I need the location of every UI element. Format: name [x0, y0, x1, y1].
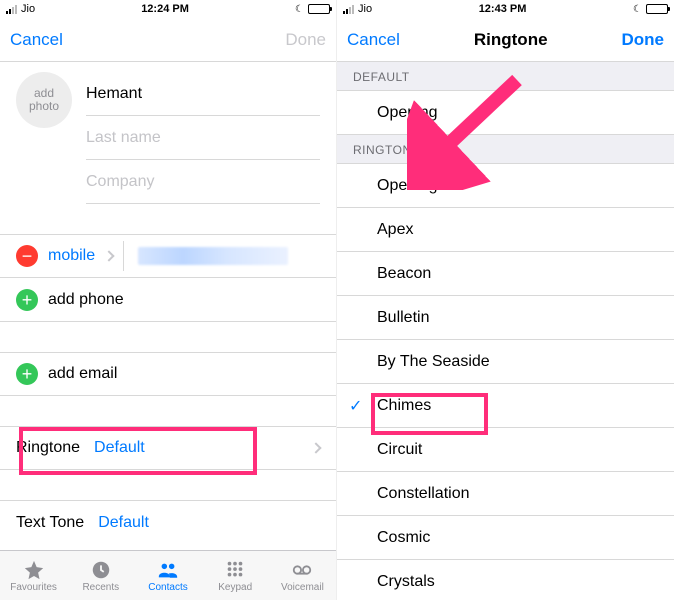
first-name-field[interactable]: Hemant	[86, 72, 320, 116]
phone-number-value[interactable]	[138, 247, 288, 265]
tab-favourites[interactable]: Favourites	[0, 551, 67, 600]
company-field[interactable]: Company	[86, 160, 320, 204]
ringtone-row[interactable]: Crystals	[337, 560, 674, 600]
tab-recents[interactable]: Recents	[67, 551, 134, 600]
clock-icon	[89, 559, 113, 581]
battery-icon	[308, 4, 330, 14]
ringtone-row[interactable]: Opening	[337, 91, 674, 135]
signal-icon	[6, 5, 17, 14]
tab-keypad[interactable]: Keypad	[202, 551, 269, 600]
add-photo-label: add photo	[29, 87, 59, 113]
page-title: Ringtone	[474, 30, 548, 50]
ringtone-row[interactable]: By The Seaside	[337, 340, 674, 384]
ringtone-row[interactable]: Apex	[337, 208, 674, 252]
phone-row[interactable]: − mobile	[0, 234, 336, 278]
phone-label[interactable]: mobile	[48, 247, 95, 265]
carrier-label: Jio	[358, 3, 372, 15]
add-email-row[interactable]: + add email	[0, 352, 336, 396]
ringtone-screen: Jio 12:43 PM ☾ Cancel Ringtone Done DEFA…	[337, 0, 674, 600]
ringtone-name: By The Seaside	[377, 353, 490, 371]
add-phone-label: add phone	[48, 291, 124, 309]
edit-contact-screen: Jio 12:24 PM ☾ Cancel Done add photo Hem…	[0, 0, 337, 600]
star-icon	[22, 559, 46, 581]
ringtone-label: Ringtone	[16, 439, 80, 457]
ringtone-row[interactable]: Cosmic	[337, 516, 674, 560]
texttone-value: Default	[98, 514, 149, 532]
ringtone-name: Beacon	[377, 265, 431, 283]
ringtone-name: Opening	[377, 177, 438, 195]
texttone-label: Text Tone	[16, 514, 84, 532]
voicemail-icon	[290, 559, 314, 581]
status-bar: Jio 12:24 PM ☾	[0, 0, 336, 18]
ringtone-name: Circuit	[377, 441, 422, 459]
contacts-icon	[156, 559, 180, 581]
ringtone-row[interactable]: Bulletin	[337, 296, 674, 340]
ringtone-value: Default	[94, 439, 145, 457]
ringtone-row[interactable]: Beacon	[337, 252, 674, 296]
add-email-icon[interactable]: +	[16, 363, 38, 385]
ringtone-list: DEFAULTOpeningRINGTONESOpeningApexBeacon…	[337, 62, 674, 600]
done-button[interactable]: Done	[621, 30, 664, 50]
tab-contacts[interactable]: Contacts	[134, 551, 201, 600]
ringtone-name: Apex	[377, 221, 413, 239]
ringtone-name: Constellation	[377, 485, 470, 503]
signal-icon	[343, 5, 354, 14]
ringtone-row[interactable]: Ringtone Default	[0, 426, 336, 470]
done-button[interactable]: Done	[285, 30, 326, 50]
ringtone-name: Chimes	[377, 397, 431, 415]
ringtone-row[interactable]: Circuit	[337, 428, 674, 472]
first-name-value: Hemant	[86, 85, 142, 103]
add-email-label: add email	[48, 365, 117, 383]
ringtone-name: Bulletin	[377, 309, 429, 327]
keypad-icon	[223, 559, 247, 581]
ringtone-name: Crystals	[377, 573, 435, 591]
nav-bar: Cancel Ringtone Done	[337, 18, 674, 62]
add-phone-row[interactable]: + add phone	[0, 278, 336, 322]
cancel-button[interactable]: Cancel	[10, 30, 63, 50]
nav-bar: Cancel Done	[0, 18, 336, 62]
carrier-label: Jio	[21, 3, 35, 15]
tab-bar: Favourites Recents Contacts Keypad Voice…	[0, 550, 336, 600]
battery-icon	[646, 4, 668, 14]
section-header-default: DEFAULT	[337, 62, 674, 91]
cancel-button[interactable]: Cancel	[347, 30, 400, 50]
check-icon: ✓	[349, 396, 362, 416]
company-placeholder: Company	[86, 173, 154, 191]
add-photo-button[interactable]: add photo	[16, 72, 72, 128]
texttone-row[interactable]: Text Tone Default	[0, 500, 336, 544]
section-header-ringtones: RINGTONES	[337, 135, 674, 164]
clock: 12:24 PM	[141, 3, 189, 15]
add-phone-icon[interactable]: +	[16, 289, 38, 311]
ringtone-row[interactable]: Opening	[337, 164, 674, 208]
chevron-right-icon	[103, 250, 114, 261]
last-name-field[interactable]: Last name	[86, 116, 320, 160]
ringtone-row[interactable]: Constellation	[337, 472, 674, 516]
ringtone-name: Cosmic	[377, 529, 430, 547]
dnd-icon: ☾	[633, 4, 642, 15]
remove-phone-icon[interactable]: −	[16, 245, 38, 267]
ringtone-row[interactable]: ✓ Chimes	[337, 384, 674, 428]
dnd-icon: ☾	[295, 4, 304, 15]
clock: 12:43 PM	[479, 3, 527, 15]
tab-voicemail[interactable]: Voicemail	[269, 551, 336, 600]
last-name-placeholder: Last name	[86, 129, 161, 147]
status-bar: Jio 12:43 PM ☾	[337, 0, 674, 18]
chevron-right-icon	[310, 442, 321, 453]
